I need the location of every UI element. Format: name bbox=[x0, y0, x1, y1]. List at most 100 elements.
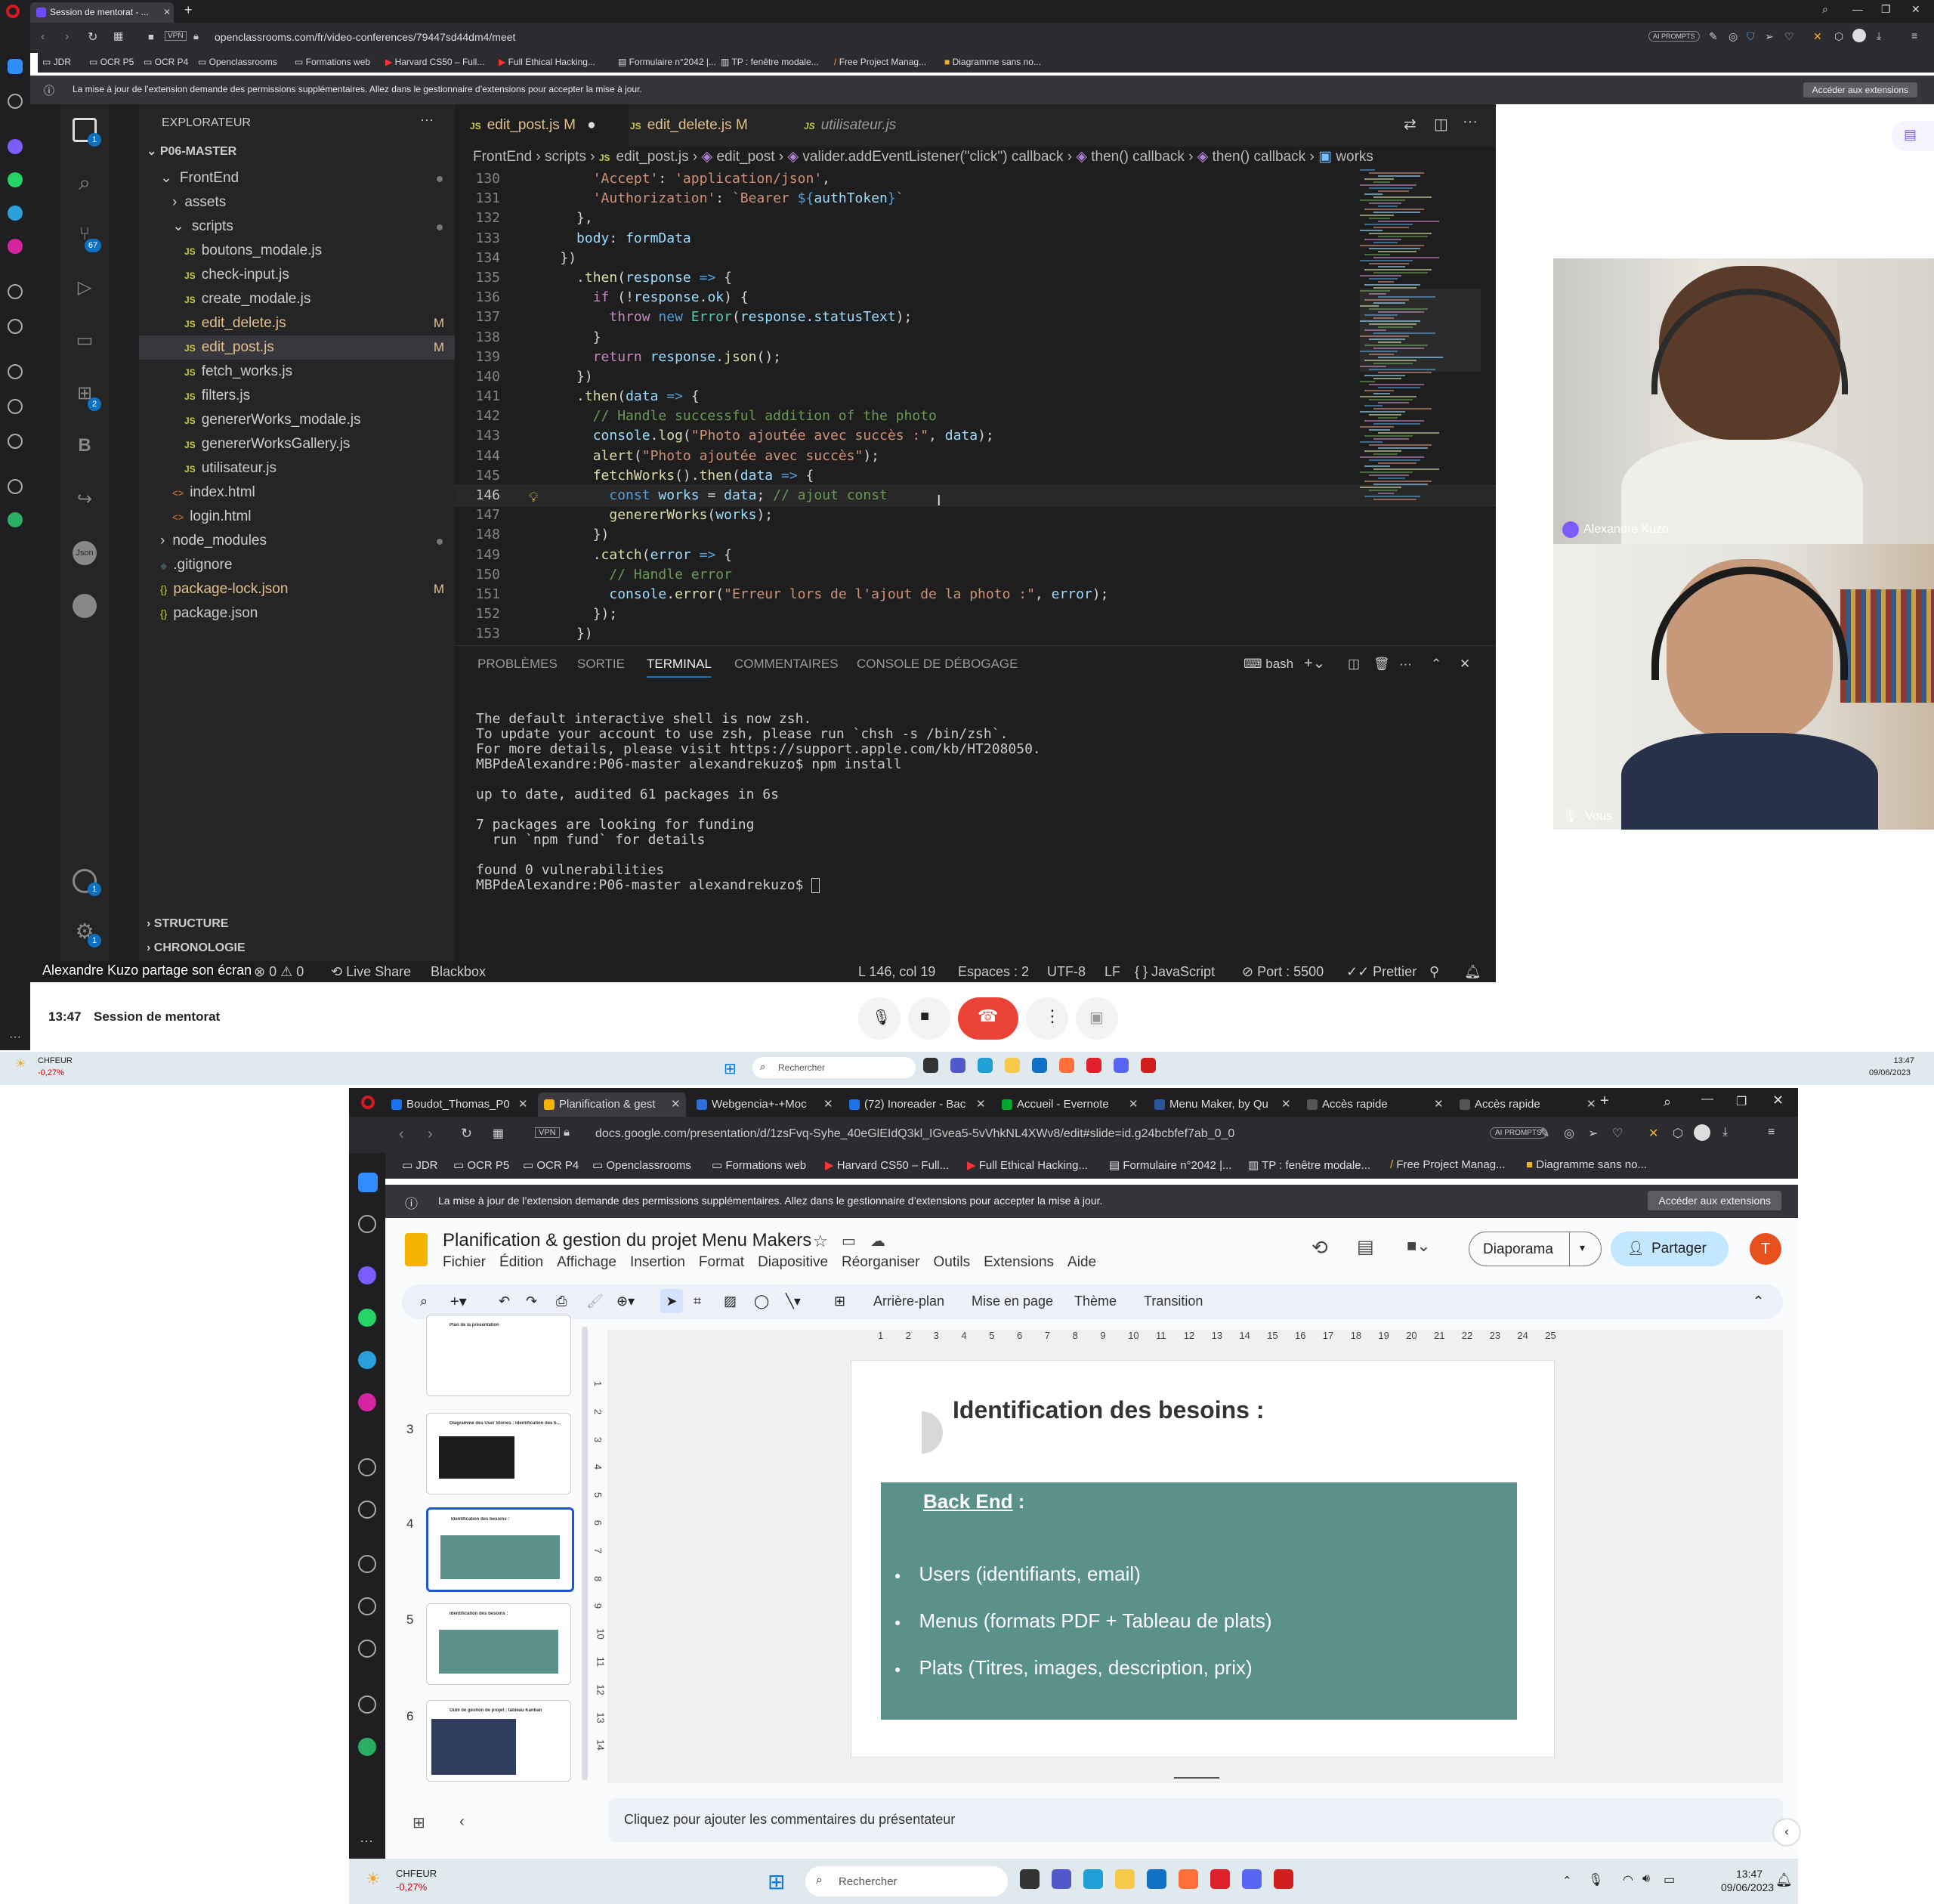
code-line[interactable]: 139 return response.json(); bbox=[455, 348, 1496, 367]
account-avatar[interactable]: T bbox=[1750, 1233, 1781, 1265]
select-cursor-icon[interactable]: ➤ bbox=[660, 1289, 683, 1313]
split-editor-icon[interactable]: ◫ bbox=[1434, 115, 1448, 134]
notification-bell-icon[interactable]: 🔔︎ bbox=[1775, 1872, 1793, 1888]
blackbox-icon[interactable]: B bbox=[73, 435, 97, 459]
structure-section[interactable]: › STRUCTURE bbox=[147, 917, 228, 931]
menu-item[interactable]: Réorganiser bbox=[842, 1254, 920, 1270]
side-panel-toggle[interactable]: ‹ bbox=[1774, 1819, 1800, 1845]
browser-tab[interactable]: Accès rapide ✕ bbox=[1301, 1093, 1449, 1117]
menu-lines-icon[interactable]: ≡ bbox=[1768, 1126, 1775, 1139]
video-tile-alexandre[interactable]: Alexandre Kuzo bbox=[1553, 258, 1934, 544]
panel-tab-commentaires[interactable]: COMMENTAIRES bbox=[734, 657, 839, 672]
maximize-panel-icon[interactable]: ⌃ bbox=[1431, 657, 1441, 672]
menu-item[interactable]: Outils bbox=[934, 1254, 971, 1270]
paint-format-icon[interactable]: 🖌︎ bbox=[586, 1294, 604, 1309]
prettier-status[interactable]: ✓✓ Prettier bbox=[1346, 964, 1417, 980]
bookmark-tp-modale[interactable]: ▥ TP : fenêtre modale... bbox=[1248, 1158, 1370, 1172]
close-tab-icon[interactable]: ✕ bbox=[823, 1093, 833, 1117]
version-history-icon[interactable]: ⟲ bbox=[1311, 1236, 1328, 1260]
profile-avatar[interactable] bbox=[1852, 29, 1866, 42]
telegram-icon[interactable] bbox=[358, 1351, 376, 1369]
menu-item[interactable]: Extensions bbox=[984, 1254, 1054, 1270]
tree-item[interactable]: JS edit_delete.js M bbox=[139, 311, 455, 335]
search-icon[interactable]: ⌕ bbox=[73, 171, 97, 195]
image-icon[interactable]: ▨ bbox=[724, 1294, 737, 1309]
forward-icon[interactable]: › bbox=[65, 30, 69, 44]
close-tab-icon[interactable]: ✕ bbox=[163, 2, 171, 23]
cube-icon[interactable]: ⬡ bbox=[1834, 30, 1843, 43]
aria-icon[interactable] bbox=[8, 512, 23, 527]
edit-icon[interactable]: ✎ bbox=[1540, 1126, 1549, 1141]
browser-tab[interactable]: Planification & gest ✕ bbox=[538, 1093, 686, 1117]
home-icon[interactable] bbox=[8, 59, 23, 74]
code-line[interactable]: 143 console.log("Photo ajoutée avec succ… bbox=[455, 426, 1496, 446]
opera-icon[interactable] bbox=[1086, 1058, 1101, 1073]
weather-icon[interactable]: ☀ bbox=[366, 1869, 381, 1889]
browser-tab[interactable]: Webgencia+-+Moc ✕ bbox=[690, 1093, 839, 1117]
tab-edit-post[interactable]: JS edit_post.js M ● bbox=[455, 104, 629, 147]
minimize-icon[interactable]: — bbox=[1852, 3, 1863, 15]
code-line[interactable]: 148 }) bbox=[455, 525, 1496, 545]
battery-icon[interactable]: ▭ bbox=[1664, 1872, 1675, 1887]
opera-logo-icon[interactable] bbox=[6, 5, 20, 18]
lightbulb-icon[interactable] bbox=[8, 479, 23, 494]
firefox-icon[interactable] bbox=[1179, 1869, 1198, 1889]
code-line[interactable]: 136 if (!response.ok) { bbox=[455, 288, 1496, 308]
collapse-filmstrip-icon[interactable]: ‹ bbox=[459, 1813, 465, 1831]
star-icon[interactable] bbox=[358, 1215, 376, 1233]
messenger-icon[interactable] bbox=[8, 139, 23, 154]
accounts-icon[interactable]: ⚲ bbox=[1429, 964, 1439, 980]
tree-item[interactable]: <> login.html bbox=[139, 505, 455, 529]
close-tab-icon[interactable]: ✕ bbox=[1434, 1093, 1444, 1117]
tree-item[interactable]: {} package-lock.json M bbox=[139, 577, 455, 601]
code-line[interactable]: 152 }); bbox=[455, 604, 1496, 624]
instagram-icon[interactable] bbox=[358, 1393, 376, 1411]
hangup-button[interactable]: ☎ bbox=[958, 997, 1018, 1040]
code-line[interactable]: 132 }, bbox=[455, 209, 1496, 228]
snapshot-icon[interactable]: ◎ bbox=[1564, 1126, 1574, 1141]
weather-icon[interactable]: ☀ bbox=[15, 1056, 26, 1071]
explorer-more-icon[interactable]: ··· bbox=[420, 112, 434, 128]
code-line[interactable]: 146 const works = data; // ajout const bbox=[455, 484, 1496, 507]
ai-prompts-button[interactable]: AI PROMPTS bbox=[1490, 1127, 1547, 1139]
player-icon[interactable] bbox=[358, 1458, 376, 1476]
profile-avatar[interactable] bbox=[1694, 1124, 1710, 1141]
tabs-grid-icon[interactable]: ▦ bbox=[113, 29, 123, 42]
tree-item[interactable]: › node_modules bbox=[139, 529, 455, 553]
tray-chevron-icon[interactable]: ⌃ bbox=[1562, 1874, 1572, 1887]
windows-start-icon[interactable]: ⊞ bbox=[768, 1869, 785, 1894]
slide-thumbnail[interactable]: Plan de la présentation bbox=[426, 1315, 571, 1396]
slide-thumbnail[interactable]: Identification des besoins : bbox=[426, 1603, 571, 1685]
settings-icon[interactable] bbox=[358, 1640, 376, 1658]
crumb[interactable]: FrontEnd bbox=[473, 149, 532, 165]
firefox-icon[interactable] bbox=[1059, 1058, 1074, 1073]
bookmark-jdr[interactable]: ▭ JDR bbox=[42, 57, 71, 67]
minimize-icon[interactable]: — bbox=[1701, 1093, 1713, 1106]
zoom-icon[interactable]: ⊕▾ bbox=[616, 1294, 635, 1309]
json-icon[interactable]: Json bbox=[73, 541, 97, 565]
tab-edit-delete[interactable]: JS edit_delete.js M bbox=[615, 104, 796, 147]
grid-view-icon[interactable]: ⊞ bbox=[412, 1813, 425, 1832]
bookmark-formations-web[interactable]: ▭ Formations web bbox=[712, 1158, 806, 1172]
tab-utilisateur[interactable]: JS utilisateur.js bbox=[789, 104, 970, 147]
crumb[interactable]: scripts bbox=[545, 149, 586, 165]
panel-tab-console-debogage[interactable]: CONSOLE DE DÉBOGAGE bbox=[857, 657, 1018, 672]
compare-icon[interactable]: ⇄ bbox=[1404, 115, 1417, 134]
transition-button[interactable]: Transition bbox=[1144, 1294, 1203, 1309]
comments-icon[interactable]: ▤ bbox=[1357, 1236, 1374, 1258]
mic-button[interactable]: 🎙︎ bbox=[858, 997, 901, 1040]
teams-icon[interactable] bbox=[950, 1058, 965, 1073]
send-icon[interactable] bbox=[8, 319, 23, 334]
vscode-icon[interactable] bbox=[1032, 1058, 1047, 1073]
browser-tab[interactable]: Boudot_Thomas_P0 ✕ bbox=[385, 1093, 533, 1117]
tabs-grid-icon[interactable]: ▦ bbox=[493, 1126, 504, 1141]
bookmark-ocr-p4[interactable]: ▭ OCR P4 bbox=[523, 1158, 579, 1172]
bookmark-free-project[interactable]: / Free Project Manag... bbox=[1390, 1158, 1506, 1171]
panel-tab-problemes[interactable]: PROBLÈMES bbox=[477, 657, 558, 672]
edit-icon[interactable]: ✎ bbox=[1709, 30, 1718, 43]
bookmark-openclassrooms[interactable]: ▭ Openclassrooms bbox=[592, 1158, 691, 1172]
restore-icon[interactable]: ❐ bbox=[1736, 1094, 1747, 1109]
blackbox-status[interactable]: Blackbox bbox=[431, 964, 486, 980]
more-dots-icon[interactable]: ··· bbox=[360, 1833, 373, 1849]
tree-item[interactable]: JS filters.js bbox=[139, 384, 455, 408]
